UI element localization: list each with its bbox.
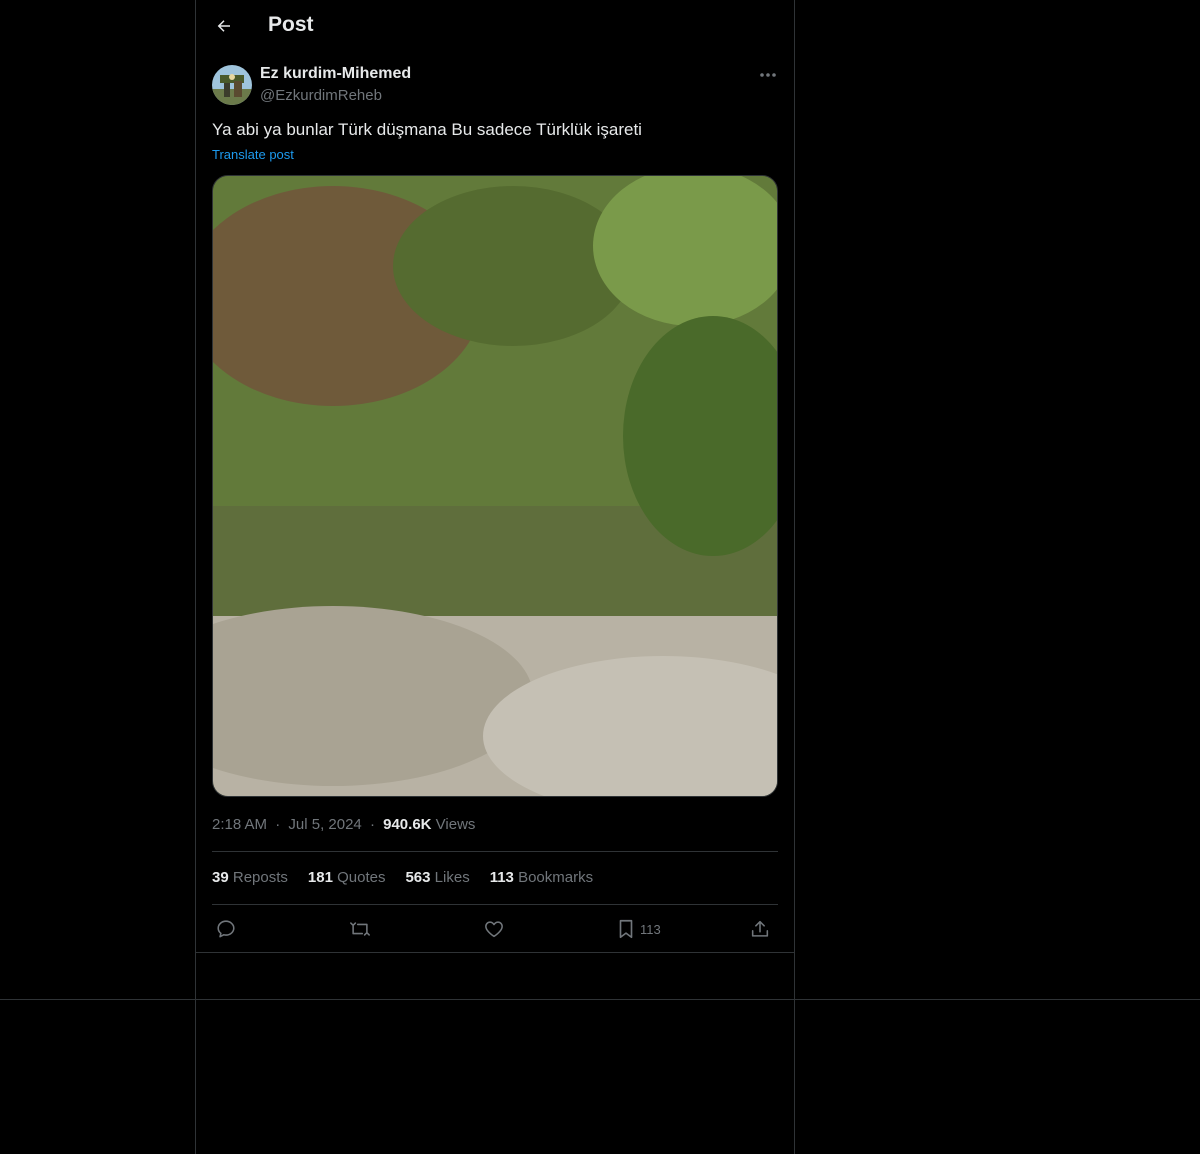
likes-count: 563	[405, 869, 431, 886]
like-icon	[485, 921, 503, 938]
avatar[interactable]	[212, 65, 252, 105]
quotes-label: Quotes	[337, 869, 386, 886]
divider	[212, 904, 778, 905]
header: Post	[196, 0, 794, 53]
views-label: Views	[435, 816, 476, 833]
post-column: Post Ez kurdim-Mihemed @EzkurdimReheb Ya…	[196, 0, 794, 953]
post-photo	[213, 176, 777, 796]
bookmark-button[interactable]: 113	[616, 914, 661, 944]
views-count: 940.6K	[383, 816, 432, 833]
post-image[interactable]	[212, 175, 778, 797]
meta-separator: ·	[369, 816, 375, 833]
meta-separator: ·	[275, 816, 281, 833]
bookmark-icon	[619, 919, 633, 939]
bookmarks-stat[interactable]: 113 Bookmarks	[490, 869, 593, 886]
share-button[interactable]	[749, 914, 771, 944]
repost-icon	[350, 922, 370, 936]
avatar-image	[212, 65, 252, 105]
post-text: Ya abi ya bunlar Türk düşmana Bu sadece …	[212, 120, 642, 139]
bookmark-count: 113	[640, 921, 661, 937]
author-name[interactable]: Ez kurdim-Mihemed	[260, 65, 411, 83]
more-icon	[760, 73, 776, 77]
quotes-stat[interactable]: 181 Quotes	[308, 869, 386, 886]
reposts-count: 39	[212, 869, 229, 886]
divider	[212, 851, 778, 852]
page-title: Post	[268, 13, 314, 36]
reply-icon	[217, 920, 235, 938]
reposts-stat[interactable]: 39 Reposts	[212, 869, 288, 886]
post-stats: 39 Reposts 181 Quotes 563 Likes 113 Book…	[212, 869, 593, 886]
share-icon	[751, 920, 769, 937]
reply-button[interactable]	[215, 914, 237, 944]
post-time[interactable]: 2:18 AM	[212, 816, 267, 833]
page-divider	[0, 999, 1200, 1000]
back-arrow-icon	[217, 20, 230, 32]
post-date[interactable]: Jul 5, 2024	[288, 816, 361, 833]
likes-label: Likes	[434, 869, 470, 886]
more-button[interactable]	[754, 64, 782, 86]
repost-button[interactable]	[349, 914, 371, 944]
post-meta: 2:18 AM · Jul 5, 2024 · 940.6K Views	[212, 816, 475, 833]
quotes-count: 181	[307, 869, 333, 886]
bookmarks-count: 113	[489, 869, 514, 886]
likes-stat[interactable]: 563 Likes	[405, 869, 469, 886]
like-button[interactable]	[483, 914, 505, 944]
back-button[interactable]	[210, 12, 238, 40]
right-column-border	[794, 0, 795, 1154]
reposts-label: Reposts	[232, 869, 288, 886]
author-handle[interactable]: @EzkurdimReheb	[260, 87, 382, 104]
action-bar: 113	[212, 914, 778, 944]
translate-post-link[interactable]: Translate post	[212, 147, 294, 162]
bookmarks-label: Bookmarks	[518, 869, 594, 886]
